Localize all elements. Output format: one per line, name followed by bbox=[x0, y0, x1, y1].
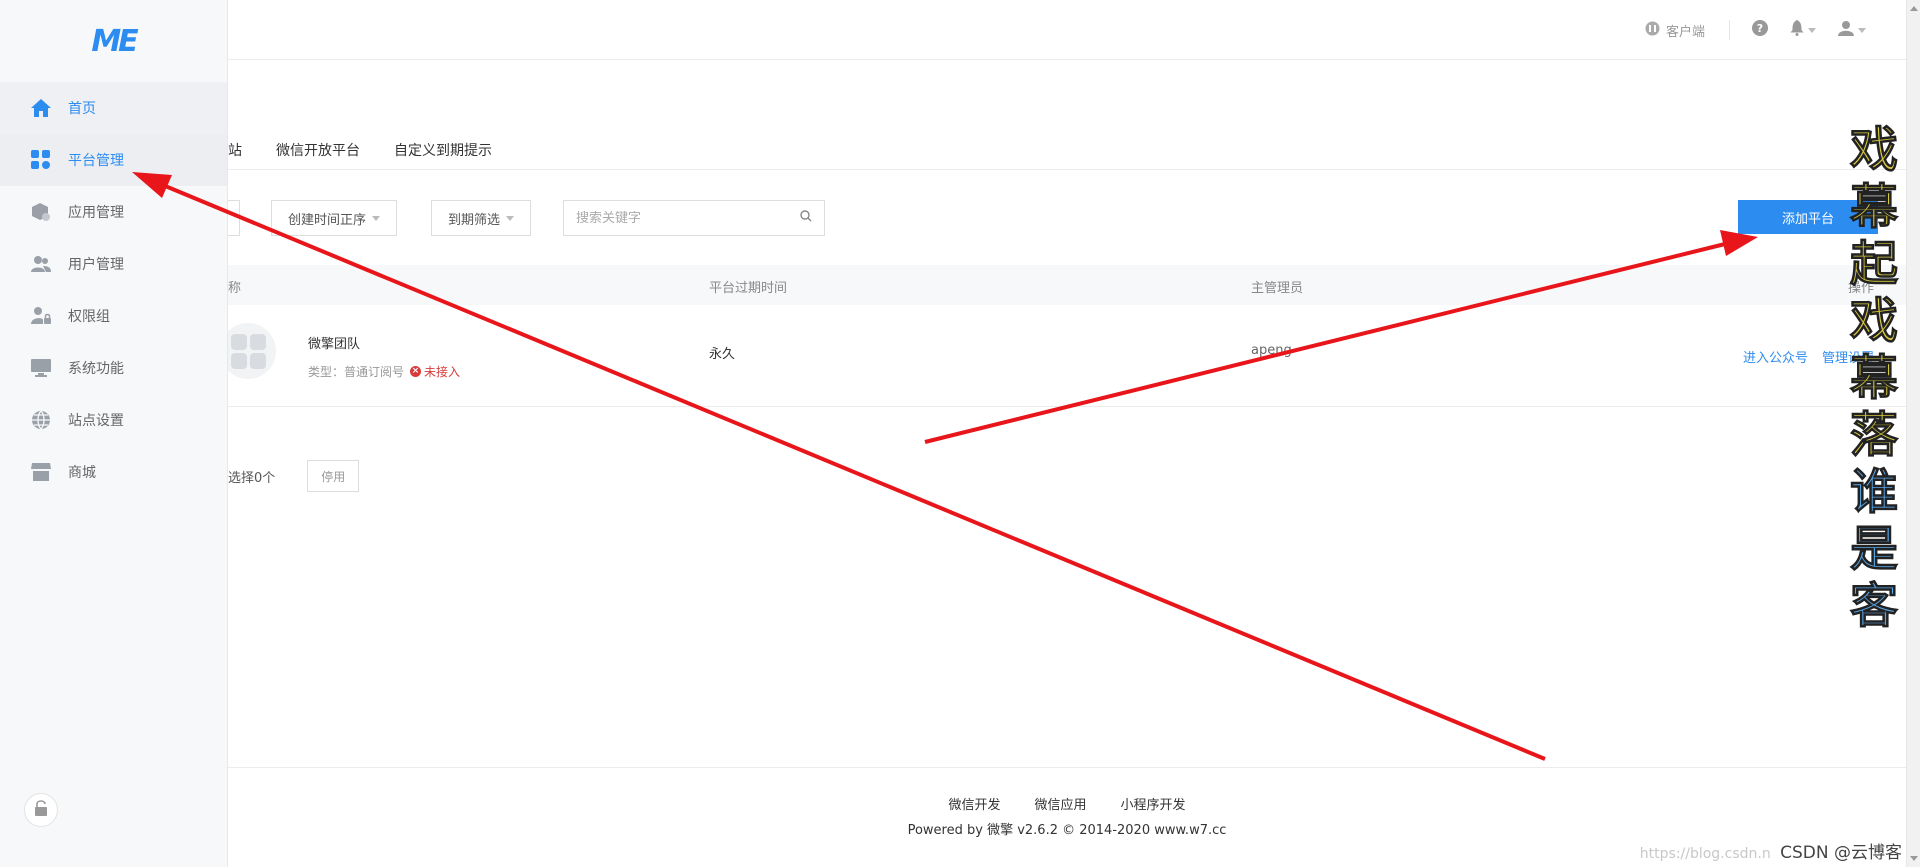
tab-wechat-open-platform[interactable]: 微信开放平台 bbox=[276, 140, 360, 160]
sidebar-item-users[interactable]: 用户管理 bbox=[0, 238, 227, 290]
client-icon bbox=[1645, 21, 1660, 40]
notification-button[interactable] bbox=[1790, 20, 1816, 40]
footer-link-wechat-apps[interactable]: 微信应用 bbox=[1034, 794, 1086, 813]
globe-icon bbox=[30, 409, 52, 431]
status-text: 未接入 bbox=[424, 365, 461, 379]
csdn-watermark: https://blog.csdn.n CSDN @云博客 bbox=[1640, 838, 1902, 863]
sidebar-item-store[interactable]: 商城 bbox=[0, 446, 227, 498]
expire-value: 永久 bbox=[709, 347, 736, 362]
enter-account-link[interactable]: 进入公众号 bbox=[1743, 347, 1808, 366]
account-name: 微擎团队 bbox=[308, 337, 361, 352]
overlay-char: 是 bbox=[1849, 521, 1898, 578]
lock-button[interactable] bbox=[24, 793, 58, 827]
sidebar-item-label: 权限组 bbox=[68, 309, 110, 325]
overlay-char: 幕 bbox=[1849, 350, 1898, 407]
header-expire: 平台过期时间 bbox=[709, 281, 788, 296]
watermark-text: CSDN @云博客 bbox=[1780, 843, 1902, 863]
overlay-char: 幕 bbox=[1849, 179, 1898, 236]
overlay-char: 谁 bbox=[1849, 464, 1898, 521]
user-lock-icon bbox=[30, 305, 52, 327]
search-icon[interactable] bbox=[800, 210, 812, 226]
page-scrollbar[interactable] bbox=[1906, 0, 1920, 867]
type-filter-select[interactable] bbox=[228, 200, 240, 236]
user-icon bbox=[1838, 20, 1854, 40]
lock-icon bbox=[34, 800, 48, 820]
account-avatar bbox=[220, 323, 276, 379]
disable-button[interactable]: 停用 bbox=[307, 460, 360, 492]
sidebar-item-label: 平台管理 bbox=[68, 153, 124, 169]
logo[interactable]: ME bbox=[0, 0, 227, 82]
tab-site[interactable]: 站 bbox=[228, 140, 242, 160]
chevron-down-icon bbox=[1858, 27, 1866, 33]
client-link[interactable]: 客户端 bbox=[1645, 20, 1730, 40]
admin-value: apeng bbox=[1251, 343, 1292, 358]
scroll-down-arrow-icon[interactable] bbox=[1910, 856, 1918, 861]
help-icon: ? bbox=[1752, 20, 1768, 40]
overlay-char: 起 bbox=[1849, 236, 1898, 293]
sidebar-item-label: 应用管理 bbox=[68, 205, 124, 221]
svg-text:?: ? bbox=[1757, 22, 1763, 35]
users-icon bbox=[30, 253, 52, 275]
overlay-char: 戏 bbox=[1849, 293, 1898, 350]
home-icon bbox=[30, 97, 52, 119]
footer-link-wechat-dev[interactable]: 微信开发 bbox=[948, 794, 1000, 813]
cube-icon bbox=[30, 201, 52, 223]
header-admin: 主管理员 bbox=[1251, 281, 1304, 296]
footer-links: 微信开发 微信应用 小程序开发 bbox=[228, 794, 1906, 813]
header-actions: 客户端 ? bbox=[1645, 0, 1866, 60]
chevron-down-icon bbox=[372, 215, 381, 221]
watermark-url: https://blog.csdn.n bbox=[1639, 846, 1771, 862]
overlay-calligraphy: 戏 幕 起 戏 幕 落 谁 是 客 bbox=[1846, 122, 1902, 635]
top-bar: 客户端 ? bbox=[228, 0, 1906, 60]
tab-custom-expire-notice[interactable]: 自定义到期提示 bbox=[394, 140, 492, 160]
table-header: 称 平台过期时间 主管理员 操作 bbox=[228, 265, 1906, 305]
user-menu-button[interactable] bbox=[1838, 20, 1866, 40]
search-box bbox=[563, 200, 825, 236]
help-button[interactable]: ? bbox=[1752, 20, 1768, 40]
table-row: 微擎团队 类型：普通订阅号 × 未接入 永久 apeng 进入公众号 管理设置 bbox=[220, 305, 1906, 407]
sidebar-item-platform[interactable]: 平台管理 bbox=[0, 134, 227, 186]
sidebar-item-permissions[interactable]: 权限组 bbox=[0, 290, 227, 342]
expire-filter-label: 到期筛选 bbox=[448, 212, 501, 228]
platform-tabs: 站 微信开放平台 自定义到期提示 bbox=[228, 130, 1906, 170]
store-icon bbox=[30, 461, 52, 483]
overlay-char: 落 bbox=[1849, 407, 1898, 464]
monitor-icon bbox=[30, 357, 52, 379]
error-icon: × bbox=[410, 366, 422, 377]
batch-actions: 选择0个 停用 bbox=[228, 460, 360, 492]
chevron-down-icon bbox=[506, 215, 515, 221]
powered-by: Powered by 微擎 v2.6.2 © 2014-2020 www.w7.… bbox=[907, 823, 1227, 838]
status-badge: × 未接入 bbox=[410, 363, 460, 380]
sidebar-item-system[interactable]: 系统功能 bbox=[0, 342, 227, 394]
chevron-down-icon bbox=[1808, 27, 1816, 33]
sidebar-item-apps[interactable]: 应用管理 bbox=[0, 186, 227, 238]
account-type: 类型：普通订阅号 bbox=[308, 365, 405, 379]
client-label: 客户端 bbox=[1665, 24, 1705, 40]
account-type-line: 类型：普通订阅号 × 未接入 bbox=[308, 363, 460, 380]
header-name: 称 bbox=[228, 281, 242, 296]
sidebar-item-label: 站点设置 bbox=[68, 413, 124, 429]
sidebar-item-label: 首页 bbox=[68, 101, 96, 117]
selected-count: 选择0个 bbox=[228, 470, 276, 486]
sidebar-item-label: 用户管理 bbox=[68, 257, 124, 273]
overlay-char: 戏 bbox=[1849, 122, 1898, 179]
sort-select[interactable]: 创建时间正序 bbox=[271, 200, 398, 236]
sidebar-item-label: 商城 bbox=[68, 465, 96, 481]
overlay-char: 客 bbox=[1849, 578, 1898, 635]
sidebar-item-home[interactable]: 首页 bbox=[0, 82, 227, 134]
apps-grid-icon bbox=[30, 149, 52, 171]
logo-mark: ME bbox=[91, 23, 138, 59]
sort-select-label: 创建时间正序 bbox=[288, 212, 367, 228]
sidebar: ME 首页 平台管理 应用管理 用户管理 权限组 系统功能 站点设置 商城 bbox=[0, 0, 228, 867]
footer-link-miniprogram[interactable]: 小程序开发 bbox=[1121, 794, 1186, 813]
expire-filter-select[interactable]: 到期筛选 bbox=[431, 200, 532, 236]
scroll-up-arrow-icon[interactable] bbox=[1910, 6, 1918, 11]
sidebar-item-label: 系统功能 bbox=[68, 361, 124, 377]
search-input[interactable] bbox=[576, 210, 800, 226]
sidebar-item-site-settings[interactable]: 站点设置 bbox=[0, 394, 227, 446]
filter-bar: 创建时间正序 到期筛选 添加平台 bbox=[228, 200, 1906, 236]
bell-icon bbox=[1790, 20, 1804, 40]
